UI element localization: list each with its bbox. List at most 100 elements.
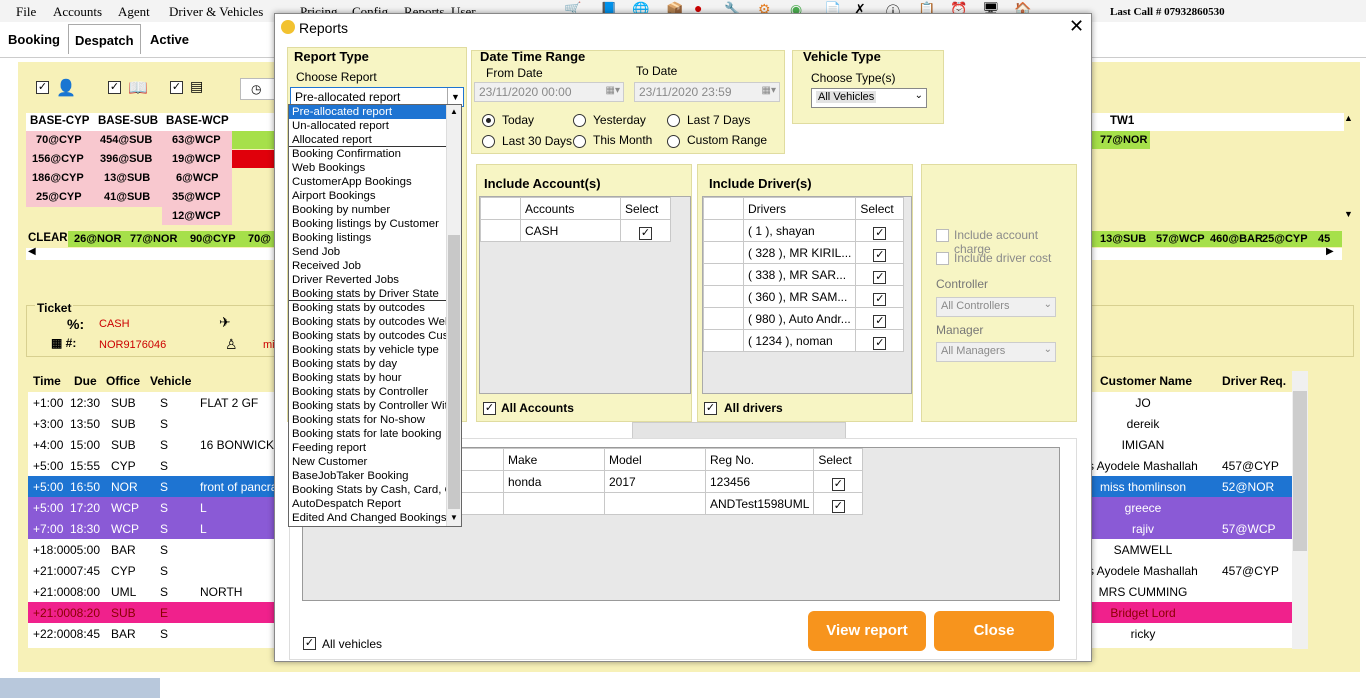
report-option[interactable]: Booking stats by hour	[289, 371, 446, 385]
report-option[interactable]: Allocated report	[289, 133, 446, 147]
radio-today[interactable]	[482, 114, 495, 127]
report-option[interactable]: Booking stats for No-show	[289, 413, 446, 427]
calendar-icon[interactable]: ▦▾	[762, 85, 776, 96]
clear-chip[interactable]: 25@CYP	[1258, 231, 1312, 247]
dropdown-scrollbar[interactable]: ▲ ▼	[446, 105, 461, 526]
scroll-up-icon[interactable]: ▲	[450, 107, 458, 116]
driver-select-checkbox[interactable]: ✓	[873, 271, 887, 284]
vehicle-type-select[interactable]: All Vehicles ⌄	[811, 88, 927, 108]
col-vehicle[interactable]: Vehicle	[150, 374, 191, 388]
tab-active[interactable]: Active	[144, 24, 195, 54]
base-cell[interactable]: 12@WCP	[168, 208, 225, 224]
report-option[interactable]: Booking listings	[289, 231, 446, 245]
driver-row[interactable]: ( 980 ), Auto Andr... ✓	[703, 307, 905, 330]
report-option[interactable]: Booking by number	[289, 203, 446, 217]
scroll-thumb[interactable]	[448, 235, 460, 509]
report-option[interactable]: Feeding report	[289, 441, 446, 455]
report-option[interactable]: Booking stats by outcodes	[289, 301, 446, 315]
base-cell[interactable]: 63@WCP	[168, 132, 225, 148]
report-option[interactable]: New Customer	[289, 455, 446, 469]
report-option[interactable]: Send Job	[289, 245, 446, 259]
report-option[interactable]: Booking stats by outcodes Custo	[289, 329, 446, 343]
account-select-checkbox[interactable]: ✓	[639, 227, 652, 240]
chevron-down-icon[interactable]: ⌄	[1044, 344, 1052, 355]
base-cell[interactable]: 6@WCP	[172, 170, 223, 186]
clear-chip[interactable]: 26@NOR	[70, 231, 125, 247]
clear-chip[interactable]: 57@WCP	[1152, 231, 1209, 247]
tw1-cell[interactable]: 77@NOR	[1092, 131, 1150, 149]
report-option[interactable]: Un-allocated report	[289, 119, 446, 133]
col-accounts[interactable]: Accounts	[520, 197, 621, 220]
base-cell[interactable]: 454@SUB	[96, 132, 156, 148]
col-select[interactable]: Select	[620, 197, 671, 220]
base-cell[interactable]: 156@CYP	[28, 151, 88, 167]
manager-select[interactable]: All Managers ⌄	[936, 342, 1056, 362]
vehicle-select-checkbox[interactable]: ✓	[831, 500, 845, 513]
col-customer[interactable]: Customer Name	[1100, 374, 1192, 388]
col-time[interactable]: Time	[33, 374, 61, 388]
chevron-down-icon[interactable]: ⌄	[915, 90, 923, 101]
clear-chip[interactable]: 90@CYP	[186, 231, 240, 247]
report-option[interactable]: Driver Reverted Jobs	[289, 273, 446, 287]
clear-chip[interactable]: 70@	[244, 231, 275, 247]
menu-driver-vehicles[interactable]: Driver & Vehicles	[169, 4, 263, 20]
radio-custom[interactable]	[667, 135, 680, 148]
driver-select-checkbox[interactable]: ✓	[873, 227, 887, 240]
clear-chip[interactable]: 13@SUB	[1096, 231, 1150, 247]
view-report-button[interactable]: View report	[808, 611, 926, 651]
report-option[interactable]: Booking stats by Controller	[289, 385, 446, 399]
col-drivers[interactable]: Drivers	[742, 197, 857, 220]
report-option[interactable]: AutoDespatch Report	[289, 497, 446, 511]
driver-select-checkbox[interactable]: ✓	[873, 293, 887, 306]
menu-agent[interactable]: Agent	[118, 4, 150, 20]
driver-row[interactable]: ( 1234 ), noman ✓	[703, 329, 905, 352]
base-scrollbar[interactable]: ▲ ▼	[1342, 113, 1356, 223]
report-option[interactable]: BaseJobTaker Booking	[289, 469, 446, 483]
driver-row[interactable]: ( 328 ), MR KIRIL... ✓	[703, 241, 905, 264]
base-cell[interactable]: 186@CYP	[28, 170, 88, 186]
tab-booking[interactable]: Booking	[2, 24, 66, 54]
tab-despatch[interactable]: Despatch	[68, 24, 141, 54]
col-reg[interactable]: Reg No.	[704, 448, 815, 471]
clear-chip[interactable]: 77@NOR	[126, 231, 181, 247]
driver-select-checkbox[interactable]: ✓	[873, 315, 887, 328]
base-cell[interactable]: 35@WCP	[168, 189, 225, 205]
vehicle-select-checkbox[interactable]: ✓	[831, 478, 845, 491]
base-cell[interactable]: 70@CYP	[32, 132, 86, 148]
chevron-down-icon[interactable]: ⌄	[1044, 299, 1052, 310]
col-driver-req[interactable]: Driver Req.	[1222, 374, 1286, 388]
menu-file[interactable]: File	[16, 4, 36, 20]
col-model[interactable]: Model	[604, 448, 706, 471]
account-row[interactable]: CASH ✓	[480, 219, 671, 242]
all-drivers-checkbox[interactable]: ✓	[704, 402, 717, 415]
all-accounts-checkbox[interactable]: ✓	[483, 402, 496, 415]
filter-checkbox-2[interactable]: ✓	[108, 81, 121, 94]
report-option[interactable]: Booking stats by outcodes Webs	[289, 315, 446, 329]
driver-cost-checkbox[interactable]	[936, 252, 949, 265]
controller-select[interactable]: All Controllers ⌄	[936, 297, 1056, 317]
report-option[interactable]: Booking stats by Controller Witho	[289, 399, 446, 413]
clear-chip[interactable]: 45	[1314, 231, 1334, 247]
driver-select-checkbox[interactable]: ✓	[873, 249, 887, 262]
radio-last7[interactable]	[667, 114, 680, 127]
report-option[interactable]: Booking Confirmation	[289, 147, 446, 161]
base-cell[interactable]: 41@SUB	[100, 189, 154, 205]
close-button[interactable]: Close	[934, 611, 1054, 651]
col-select[interactable]: Select	[813, 448, 864, 471]
account-charge-checkbox[interactable]	[936, 229, 949, 242]
report-option[interactable]: Airport Bookings	[289, 189, 446, 203]
report-option[interactable]: Booking stats by day	[289, 357, 446, 371]
report-option[interactable]: Pre-allocated report	[289, 105, 446, 119]
report-option[interactable]: Received Job	[289, 259, 446, 273]
radio-this-month[interactable]	[573, 135, 586, 148]
from-date-picker[interactable]: 23/11/2020 00:00 ▦▾	[474, 82, 624, 102]
report-option[interactable]: Web Bookings	[289, 161, 446, 175]
calendar-icon[interactable]: ▦▾	[606, 85, 620, 96]
col-select[interactable]: Select	[855, 197, 905, 220]
col-due[interactable]: Due	[74, 374, 97, 388]
base-cell[interactable]: 13@SUB	[100, 170, 154, 186]
time-filter[interactable]: ◷	[240, 78, 276, 100]
report-option[interactable]: Booking stats by vehicle type	[289, 343, 446, 357]
close-icon[interactable]: ✕	[1069, 16, 1084, 37]
radio-last30[interactable]	[482, 135, 495, 148]
